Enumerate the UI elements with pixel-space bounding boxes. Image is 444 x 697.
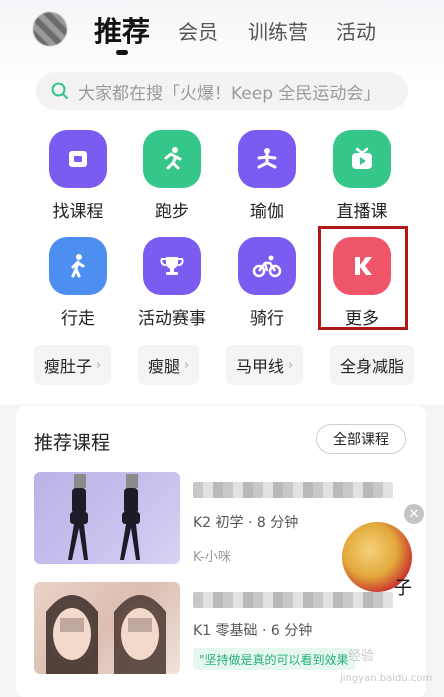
avatar[interactable] (33, 12, 67, 46)
chip-slim-legs[interactable]: 瘦腿 › (138, 345, 200, 385)
course-author: K-小咪 (193, 550, 231, 565)
tab-recommend[interactable]: 推荐 (94, 10, 150, 50)
tab-indicator (116, 50, 128, 55)
category-yoga[interactable]: 瑜伽 (222, 130, 312, 222)
course-thumbnail[interactable] (34, 582, 180, 674)
chip-abs[interactable]: 马甲线 › (226, 345, 304, 385)
all-courses-button[interactable]: 全部课程 (316, 424, 406, 454)
category-walking[interactable]: 行走 (33, 237, 123, 329)
section-title: 推荐课程 (34, 432, 111, 454)
category-live-class[interactable]: 直播课 (317, 130, 407, 222)
blurred-course-title (193, 592, 393, 608)
category-events[interactable]: 活动赛事 (127, 237, 217, 329)
floating-promo-text: 子 (394, 578, 412, 599)
chevron-right-icon: › (96, 357, 102, 373)
course-faces-image (46, 595, 166, 674)
chevron-right-icon: › (288, 357, 294, 373)
chip-slim-belly[interactable]: 瘦肚子 › (34, 345, 112, 385)
course-meta: K1 零基础 · 6 分钟 (193, 623, 313, 639)
search-placeholder: 大家都在搜「火爆！Keep 全民运动会」 (78, 83, 381, 104)
category-label: 直播课 (336, 202, 388, 222)
course-figures-image (68, 474, 140, 560)
search-bar[interactable]: 大家都在搜「火爆！Keep 全民运动会」 (36, 72, 408, 110)
walking-icon (49, 237, 107, 295)
course-quote-tag: "坚持做是真的可以看到效果 (193, 648, 355, 670)
category-label: 行走 (61, 309, 95, 329)
category-label: 活动赛事 (138, 309, 206, 329)
yoga-icon (238, 130, 296, 188)
course-thumbnail[interactable] (34, 472, 180, 564)
watermark-text: 经验 (348, 649, 375, 664)
highlight-box (318, 226, 408, 330)
tv-icon (333, 130, 391, 188)
app-screen: 推荐 会员 训练营 活动 大家都在搜「火爆！Keep 全民运动会」 找课程 跑步… (0, 0, 444, 697)
category-label: 骑行 (250, 309, 284, 329)
tab-member[interactable]: 会员 (178, 16, 218, 45)
category-cycling[interactable]: 骑行 (222, 237, 312, 329)
running-icon (143, 130, 201, 188)
tab-training-camp[interactable]: 训练营 (248, 16, 308, 45)
watermark-url: jingyan.baidu.com (340, 673, 433, 684)
category-label: 瑜伽 (250, 202, 284, 222)
search-icon (51, 82, 68, 99)
chip-label: 瘦肚子 (44, 357, 93, 376)
bike-icon (238, 237, 296, 295)
chevron-right-icon: › (184, 357, 190, 373)
chip-label: 瘦腿 (148, 357, 181, 376)
chip-full-body[interactable]: 全身减脂 (330, 345, 415, 385)
category-label: 找课程 (52, 202, 104, 222)
category-running[interactable]: 跑步 (127, 130, 217, 222)
book-icon (49, 130, 107, 188)
chip-label: 全身减脂 (340, 357, 405, 376)
course-meta: K2 初学 · 8 分钟 (193, 515, 299, 531)
category-find-course[interactable]: 找课程 (33, 130, 123, 222)
trophy-icon (143, 237, 201, 295)
category-label: 跑步 (155, 202, 189, 222)
tab-activity[interactable]: 活动 (336, 16, 376, 45)
blurred-course-title (193, 482, 393, 498)
chip-label: 马甲线 (236, 357, 285, 376)
close-icon[interactable]: ✕ (404, 504, 424, 524)
